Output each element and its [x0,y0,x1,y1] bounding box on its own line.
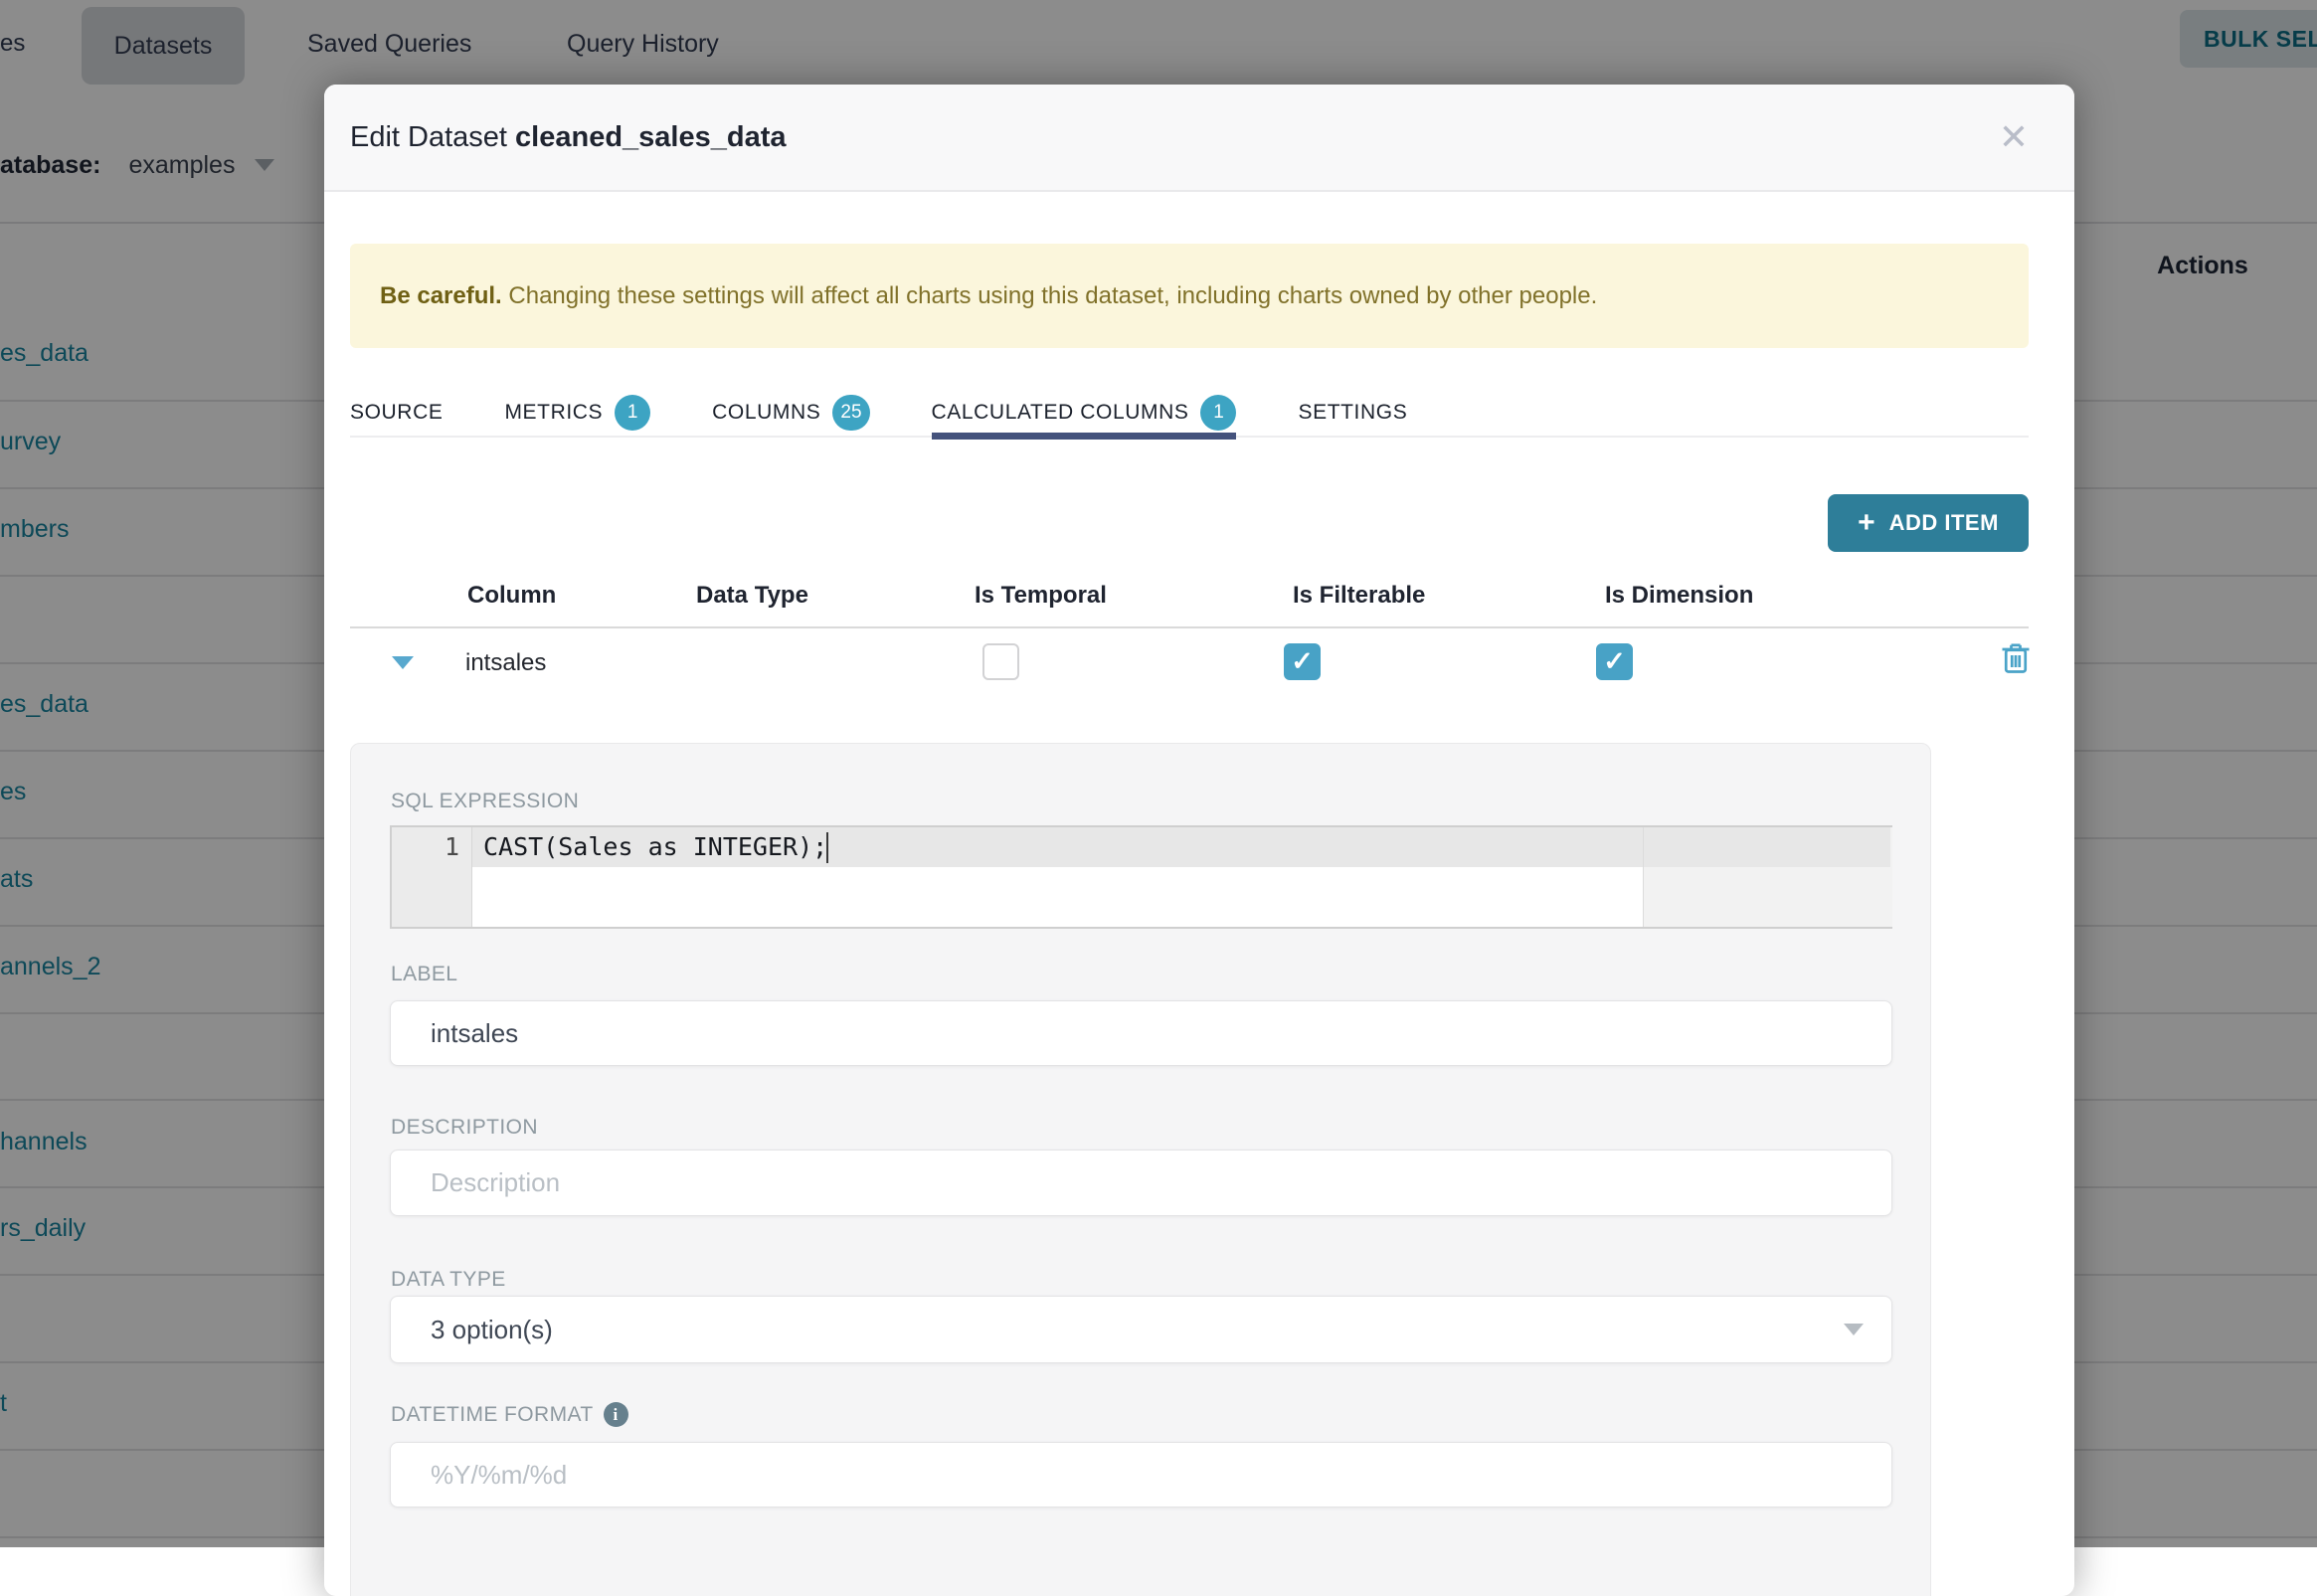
datetime-format-placeholder: %Y/%m/%d [431,1460,567,1491]
editor-line-number: 1 [392,827,471,861]
add-item-button[interactable]: + ADD ITEM [1828,494,2029,552]
add-item-label: ADD ITEM [1889,510,1999,536]
description-placeholder: Description [431,1167,560,1198]
is-filterable-checkbox[interactable]: ✓ [1284,643,1321,680]
datetime-format-label-text: DATETIME FORMAT [391,1403,594,1427]
modal-title-dataset-name: cleaned_sales_data [515,121,786,153]
label-input-value: intsales [431,1018,518,1049]
datetime-format-field-label: DATETIME FORMAT i [391,1402,628,1427]
tab-count-badge: 1 [615,395,650,431]
modal-header: Edit Dataset cleaned_sales_data ✕ [324,85,2074,192]
datetime-format-input[interactable]: %Y/%m/%d [390,1442,1892,1507]
warning-text: Be careful. Changing these settings will… [380,282,1597,310]
warning-body: Changing these settings will affect all … [502,282,1598,309]
delete-row-trash-icon[interactable] [2001,641,2031,680]
is-temporal-checkbox[interactable]: ✓ [982,643,1019,680]
data-type-select[interactable]: 3 option(s) [390,1296,1892,1363]
sql-code: CAST(Sales as INTEGER); [483,832,827,861]
label-field-label: LABEL [391,963,457,986]
tab-count-badge: 1 [1200,395,1236,431]
tab-label: SETTINGS [1298,401,1407,425]
column-detail-panel: SQL EXPRESSION 1 CAST(Sales as INTEGER);… [350,743,1931,1596]
editor-cursor [826,832,828,863]
modal-title-prefix: Edit Dataset [350,121,515,153]
editor-gutter: 1 [392,827,472,927]
label-input[interactable]: intsales [390,1000,1892,1066]
tab-source[interactable]: SOURCE [350,371,443,436]
warning-bold: Be careful. [380,282,502,309]
plus-icon: + [1858,508,1875,538]
tab-label: SOURCE [350,401,443,425]
tab-settings[interactable]: SETTINGS [1298,371,1407,436]
sql-expression-editor[interactable]: 1 CAST(Sales as INTEGER); [390,825,1892,929]
description-field-label: DESCRIPTION [391,1116,538,1140]
tab-label: CALCULATED COLUMNS [932,401,1189,425]
modal-tab-bar: SOURCE METRICS 1 COLUMNS 25 CALCULATED COLUMN… [350,371,2029,438]
data-type-field-label: DATA TYPE [391,1268,506,1292]
sql-expression-label: SQL EXPRESSION [391,790,579,813]
expand-row-caret-icon[interactable] [392,656,414,669]
column-header-is-filterable: Is Filterable [1293,582,1425,610]
tab-columns[interactable]: COLUMNS 25 [712,371,869,436]
data-type-value: 3 option(s) [431,1315,553,1345]
info-icon[interactable]: i [604,1402,628,1427]
warning-banner: Be careful. Changing these settings will… [350,244,2029,348]
edit-dataset-modal: Edit Dataset cleaned_sales_data ✕ Be car… [324,85,2074,1596]
tab-label: METRICS [504,401,603,425]
modal-title: Edit Dataset cleaned_sales_data [350,121,787,154]
close-icon[interactable]: ✕ [1999,119,2029,155]
tab-label: COLUMNS [712,401,820,425]
column-header-is-temporal: Is Temporal [975,582,1107,610]
column-header-is-dimension: Is Dimension [1605,582,1753,610]
column-header-column: Column [467,582,556,610]
is-dimension-checkbox[interactable]: ✓ [1596,643,1633,680]
column-header-data-type: Data Type [696,582,808,610]
tab-metrics[interactable]: METRICS 1 [504,371,650,436]
column-name: intsales [465,649,546,677]
tab-count-badge: 25 [832,395,869,431]
table-header-divider [350,626,2029,628]
select-caret-icon [1844,1324,1864,1335]
tab-calculated-columns[interactable]: CALCULATED COLUMNS 1 [932,371,1237,436]
description-input[interactable]: Description [390,1150,1892,1216]
editor-print-margin [1643,827,1644,927]
